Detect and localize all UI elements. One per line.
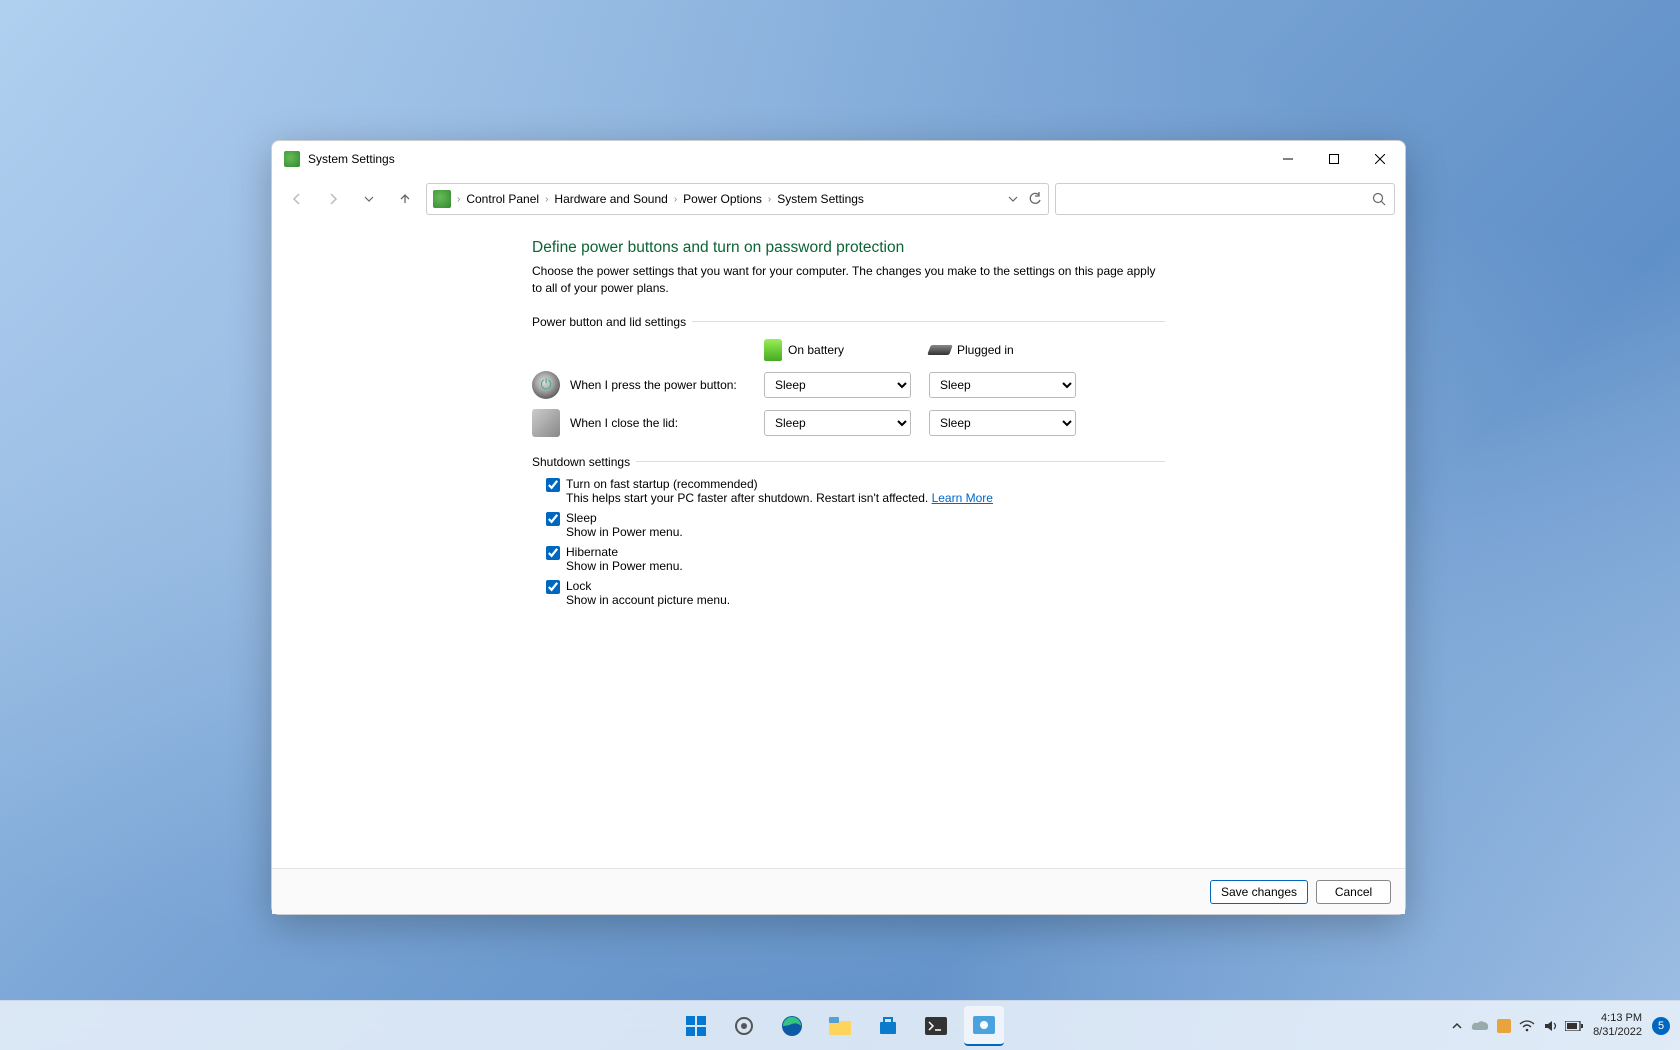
checkbox-desc: This helps start your PC faster after sh… xyxy=(566,491,993,505)
chevron-right-icon: › xyxy=(768,194,771,205)
up-button[interactable] xyxy=(390,184,420,214)
sleep-checkbox[interactable] xyxy=(546,512,560,526)
chevron-right-icon: › xyxy=(674,194,677,205)
taskbar-terminal-icon[interactable] xyxy=(916,1006,956,1046)
minimize-button[interactable] xyxy=(1265,143,1311,175)
dialog-footer: Save changes Cancel xyxy=(272,868,1405,914)
chevron-right-icon: › xyxy=(457,194,460,205)
lock-checkbox[interactable] xyxy=(546,580,560,594)
column-headers: On battery Plugged in xyxy=(532,339,1165,361)
tray-overflow-icon[interactable] xyxy=(1451,1020,1463,1032)
clock-date: 8/31/2022 xyxy=(1593,1026,1642,1039)
taskbar-edge-icon[interactable] xyxy=(772,1006,812,1046)
back-button[interactable] xyxy=(282,184,312,214)
volume-icon[interactable] xyxy=(1543,1019,1557,1033)
onedrive-icon[interactable] xyxy=(1471,1020,1489,1032)
hibernate-checkbox[interactable] xyxy=(546,546,560,560)
taskbar-control-panel-icon[interactable] xyxy=(964,1006,1004,1046)
col-battery-label: On battery xyxy=(788,343,844,357)
checkbox-desc: Show in account picture menu. xyxy=(566,593,730,607)
search-icon xyxy=(1372,192,1386,206)
window-title: System Settings xyxy=(308,152,395,166)
control-panel-icon xyxy=(433,190,451,208)
wifi-icon[interactable] xyxy=(1519,1020,1535,1032)
chevron-right-icon: › xyxy=(545,194,548,205)
address-bar[interactable]: › Control Panel › Hardware and Sound › P… xyxy=(426,183,1049,215)
power-button-battery-select[interactable]: Sleep xyxy=(764,372,911,398)
taskbar-clock[interactable]: 4:13 PM 8/31/2022 xyxy=(1593,1012,1642,1038)
breadcrumb-item[interactable]: Hardware and Sound xyxy=(550,192,671,206)
chevron-down-icon[interactable] xyxy=(1008,194,1018,204)
learn-more-link[interactable]: Learn More xyxy=(932,491,993,505)
checkbox-desc: Show in Power menu. xyxy=(566,525,683,539)
content-area: Define power buttons and turn on passwor… xyxy=(272,221,1405,868)
cancel-button[interactable]: Cancel xyxy=(1316,880,1391,904)
checkbox-sleep: Sleep Show in Power menu. xyxy=(532,511,1165,539)
titlebar[interactable]: System Settings xyxy=(272,141,1405,177)
row-close-lid: When I close the lid: Sleep Sleep xyxy=(532,409,1165,437)
system-settings-window: System Settings › Cont xyxy=(271,140,1406,915)
breadcrumb-item[interactable]: System Settings xyxy=(773,192,868,206)
taskbar-settings-icon[interactable] xyxy=(724,1006,764,1046)
plug-icon xyxy=(927,345,953,355)
lid-battery-select[interactable]: Sleep xyxy=(764,410,911,436)
checkbox-label: Sleep xyxy=(566,511,683,525)
power-button-plugged-select[interactable]: Sleep xyxy=(929,372,1076,398)
checkbox-label: Lock xyxy=(566,579,730,593)
checkbox-hibernate: Hibernate Show in Power menu. xyxy=(532,545,1165,573)
lid-plugged-select[interactable]: Sleep xyxy=(929,410,1076,436)
app-icon xyxy=(284,151,300,167)
checkbox-fast-startup: Turn on fast startup (recommended) This … xyxy=(532,477,1165,505)
fast-startup-checkbox[interactable] xyxy=(546,478,560,492)
page-heading: Define power buttons and turn on passwor… xyxy=(532,239,1165,257)
recent-locations-button[interactable] xyxy=(354,184,384,214)
group-power-button-lid: Power button and lid settings xyxy=(532,315,1165,329)
row-label: When I press the power button: xyxy=(570,378,764,392)
page-description: Choose the power settings that you want … xyxy=(532,263,1165,297)
maximize-button[interactable] xyxy=(1311,143,1357,175)
breadcrumb-item[interactable]: Power Options xyxy=(679,192,766,206)
row-label: When I close the lid: xyxy=(570,416,764,430)
tray-app-icon[interactable] xyxy=(1497,1019,1511,1033)
forward-button[interactable] xyxy=(318,184,348,214)
checkbox-label: Hibernate xyxy=(566,545,683,559)
checkbox-label: Turn on fast startup (recommended) xyxy=(566,477,993,491)
group-shutdown-settings: Shutdown settings xyxy=(532,455,1165,469)
start-button[interactable] xyxy=(676,1006,716,1046)
system-tray: 4:13 PM 8/31/2022 5 xyxy=(1451,1012,1670,1038)
clock-time: 4:13 PM xyxy=(1593,1012,1642,1025)
power-button-icon xyxy=(532,371,560,399)
row-power-button: When I press the power button: Sleep Sle… xyxy=(532,371,1165,399)
checkbox-desc: Show in Power menu. xyxy=(566,559,683,573)
lid-icon xyxy=(532,409,560,437)
taskbar-explorer-icon[interactable] xyxy=(820,1006,860,1046)
battery-icon xyxy=(764,339,782,361)
notification-badge[interactable]: 5 xyxy=(1652,1017,1670,1035)
save-changes-button[interactable]: Save changes xyxy=(1210,880,1308,904)
taskbar-store-icon[interactable] xyxy=(868,1006,908,1046)
checkbox-lock: Lock Show in account picture menu. xyxy=(532,579,1165,607)
battery-tray-icon[interactable] xyxy=(1565,1021,1583,1031)
breadcrumb-item[interactable]: Control Panel xyxy=(462,192,543,206)
navbar: › Control Panel › Hardware and Sound › P… xyxy=(272,177,1405,221)
search-input[interactable] xyxy=(1055,183,1395,215)
taskbar[interactable]: 4:13 PM 8/31/2022 5 xyxy=(0,1000,1680,1050)
close-button[interactable] xyxy=(1357,143,1403,175)
col-plugged-label: Plugged in xyxy=(957,343,1014,357)
refresh-icon[interactable] xyxy=(1028,192,1042,206)
